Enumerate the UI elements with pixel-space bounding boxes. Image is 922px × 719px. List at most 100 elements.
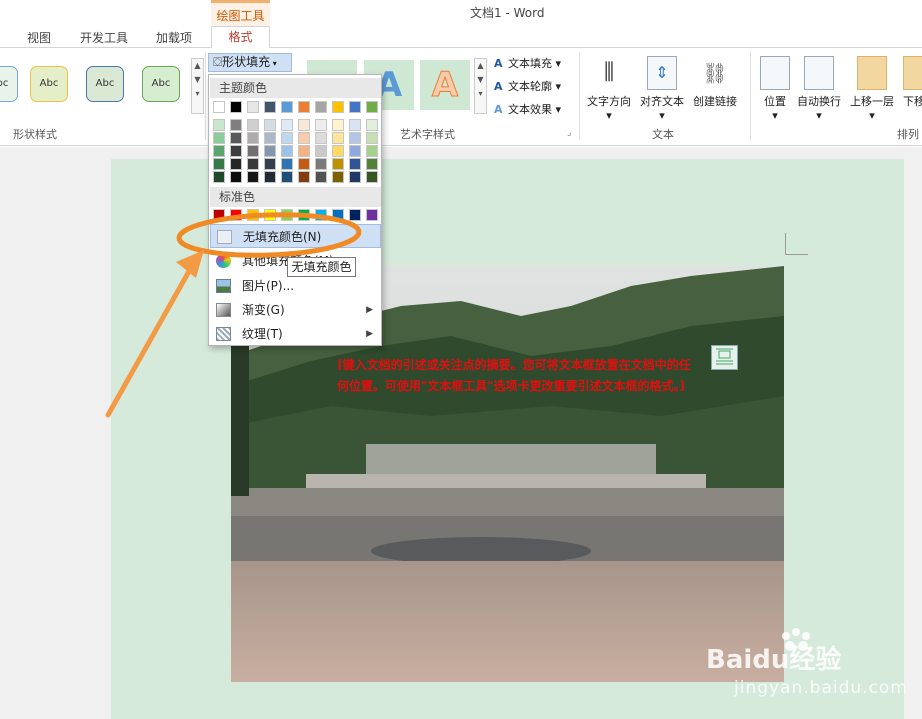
theme-shade-swatch[interactable] — [264, 171, 276, 183]
theme-shade-swatch[interactable] — [298, 171, 310, 183]
theme-shade-swatch[interactable] — [264, 132, 276, 144]
standard-color-swatch[interactable] — [213, 209, 225, 221]
theme-shade-swatch[interactable] — [281, 119, 293, 131]
theme-shade-swatch[interactable] — [366, 158, 378, 170]
theme-shade-swatch[interactable] — [366, 145, 378, 157]
standard-color-swatch[interactable] — [298, 209, 310, 221]
theme-color-swatch[interactable] — [281, 101, 293, 113]
layout-options-icon[interactable] — [711, 345, 738, 370]
theme-shade-swatch[interactable] — [264, 119, 276, 131]
shape-fill-button[interactable]: ⛋形状填充 ▾ — [208, 53, 292, 72]
text-fill-button[interactable]: A 文本填充 ▾ — [494, 55, 561, 71]
theme-shade-swatch[interactable] — [281, 145, 293, 157]
theme-color-swatch[interactable] — [247, 101, 259, 113]
theme-shade-swatch[interactable] — [315, 132, 327, 144]
no-fill-menu-item[interactable]: 无填充颜色(N) — [210, 224, 381, 248]
text-direction-button[interactable]: ⫼ 文字方向 ▾ — [587, 56, 631, 122]
shape-style-thumb[interactable]: Abc — [30, 66, 68, 102]
theme-shade-swatch[interactable] — [349, 171, 361, 183]
standard-color-swatch[interactable] — [247, 209, 259, 221]
wordart-gallery-scroll[interactable]: ▲ ▼ ▾ — [474, 58, 487, 114]
wrap-text-button[interactable]: 自动换行 ▾ — [797, 56, 841, 122]
tab-format[interactable]: 格式 — [211, 26, 270, 49]
tab-addins[interactable]: 加载项 — [156, 29, 192, 46]
theme-color-swatch[interactable] — [230, 101, 242, 113]
theme-color-swatch[interactable] — [264, 101, 276, 113]
bring-forward-button[interactable]: 上移一层 ▾ — [850, 56, 894, 122]
theme-shade-swatch[interactable] — [332, 119, 344, 131]
theme-shade-swatch[interactable] — [366, 171, 378, 183]
theme-shade-swatch[interactable] — [332, 158, 344, 170]
shape-styles-gallery-scroll[interactable]: ▲ ▼ ▾ — [191, 58, 204, 114]
theme-shade-swatch[interactable] — [298, 158, 310, 170]
theme-shade-swatch[interactable] — [332, 145, 344, 157]
position-button[interactable]: 位置 ▾ — [760, 56, 790, 122]
tab-view[interactable]: 视图 — [27, 29, 51, 46]
theme-color-swatch[interactable] — [332, 101, 344, 113]
theme-shade-swatch[interactable] — [315, 158, 327, 170]
theme-shade-swatch[interactable] — [264, 158, 276, 170]
theme-shade-swatch[interactable] — [213, 145, 225, 157]
standard-color-swatch[interactable] — [349, 209, 361, 221]
theme-shade-swatch[interactable] — [349, 145, 361, 157]
theme-shade-swatch[interactable] — [349, 158, 361, 170]
theme-shade-swatch[interactable] — [298, 119, 310, 131]
theme-shade-swatch[interactable] — [230, 145, 242, 157]
align-text-button[interactable]: ⇕ 对齐文本 ▾ — [640, 56, 684, 122]
standard-color-swatch[interactable] — [332, 209, 344, 221]
shape-style-thumb[interactable]: Abc — [142, 66, 180, 102]
tab-developer[interactable]: 开发工具 — [80, 29, 128, 46]
group-separator — [205, 52, 206, 140]
theme-color-swatch[interactable] — [315, 101, 327, 113]
standard-color-swatch[interactable] — [281, 209, 293, 221]
theme-shade-swatch[interactable] — [366, 132, 378, 144]
texture-fill-menu-item[interactable]: 纹理(T) ▶ — [210, 322, 381, 346]
theme-shade-swatch[interactable] — [247, 145, 259, 157]
theme-color-swatch[interactable] — [298, 101, 310, 113]
theme-shade-swatch[interactable] — [366, 119, 378, 131]
standard-color-swatch[interactable] — [230, 209, 242, 221]
picture-fill-menu-item[interactable]: 图片(P)... — [210, 274, 381, 298]
theme-shade-swatch[interactable] — [281, 158, 293, 170]
wordart-dialog-launcher-icon[interactable]: ⌟ — [567, 128, 571, 138]
theme-shade-swatch[interactable] — [247, 119, 259, 131]
theme-shade-swatch[interactable] — [247, 171, 259, 183]
theme-shade-swatch[interactable] — [213, 119, 225, 131]
theme-shade-swatch[interactable] — [213, 171, 225, 183]
theme-shade-swatch[interactable] — [264, 145, 276, 157]
standard-color-swatch[interactable] — [264, 209, 276, 221]
theme-color-swatch[interactable] — [349, 101, 361, 113]
theme-shade-swatch[interactable] — [247, 132, 259, 144]
theme-shade-swatch[interactable] — [315, 119, 327, 131]
text-outline-button[interactable]: A 文本轮廓 ▾ — [494, 78, 561, 94]
standard-color-swatch[interactable] — [366, 209, 378, 221]
theme-shade-swatch[interactable] — [315, 171, 327, 183]
theme-shade-swatch[interactable] — [230, 132, 242, 144]
theme-shade-swatch[interactable] — [298, 145, 310, 157]
theme-color-swatch[interactable] — [366, 101, 378, 113]
theme-shade-swatch[interactable] — [332, 132, 344, 144]
theme-shade-swatch[interactable] — [281, 171, 293, 183]
theme-shade-swatch[interactable] — [298, 132, 310, 144]
theme-shade-swatch[interactable] — [349, 132, 361, 144]
theme-shade-swatch[interactable] — [315, 145, 327, 157]
wordart-style-tile[interactable]: A — [420, 60, 470, 110]
theme-shade-swatch[interactable] — [230, 158, 242, 170]
text-effects-button[interactable]: A 文本效果 ▾ — [494, 101, 561, 117]
standard-color-swatch[interactable] — [315, 209, 327, 221]
theme-shade-swatch[interactable] — [213, 132, 225, 144]
send-backward-button[interactable]: 下移 — [903, 56, 922, 109]
shape-style-thumb[interactable]: Abc — [0, 66, 18, 102]
theme-shade-swatch[interactable] — [349, 119, 361, 131]
theme-shade-swatch[interactable] — [332, 171, 344, 183]
theme-shade-swatch[interactable] — [281, 132, 293, 144]
theme-shade-swatch[interactable] — [213, 158, 225, 170]
theme-color-swatch[interactable] — [213, 101, 225, 113]
theme-shade-swatch[interactable] — [230, 119, 242, 131]
shape-style-thumb[interactable]: Abc — [86, 66, 124, 102]
theme-shade-swatch[interactable] — [230, 171, 242, 183]
gradient-fill-menu-item[interactable]: 渐变(G) ▶ — [210, 298, 381, 322]
theme-shade-swatch[interactable] — [247, 158, 259, 170]
create-link-button[interactable]: ⛓ 创建链接 — [693, 56, 737, 109]
pull-quote-textbox[interactable]: [键入文档的引述或关注点的摘要。您可将文本框放置在文档中的任何位置。可使用"文本… — [337, 355, 697, 397]
